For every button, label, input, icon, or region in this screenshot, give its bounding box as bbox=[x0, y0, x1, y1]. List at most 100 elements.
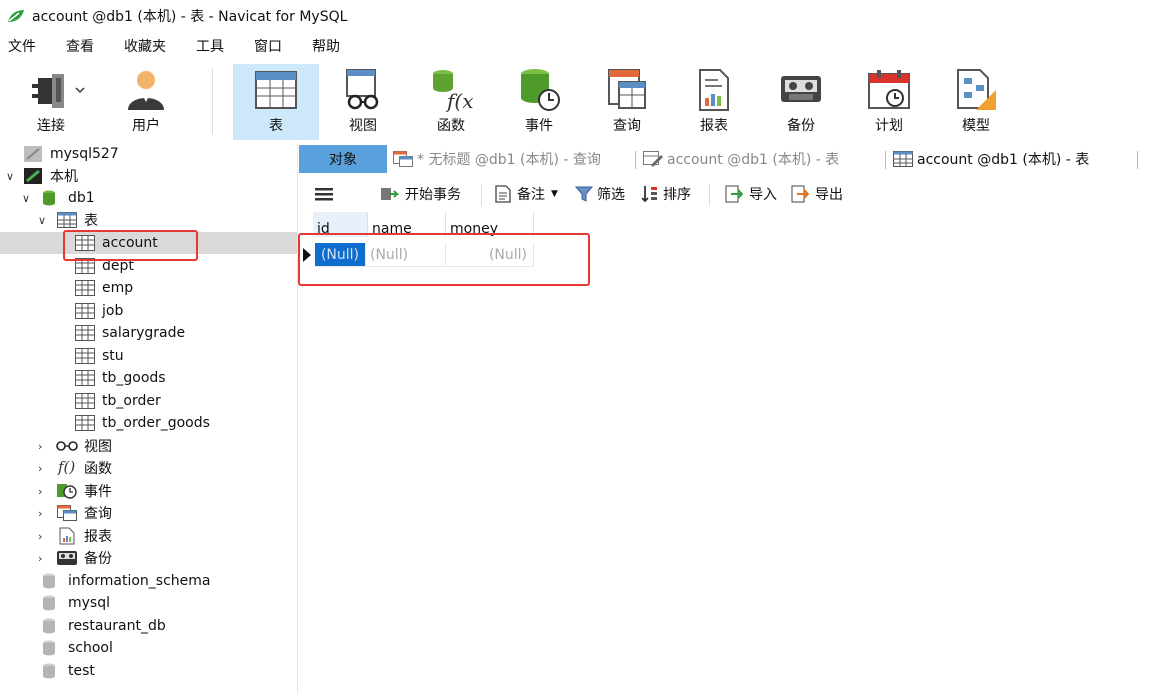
tab-separator bbox=[635, 151, 636, 169]
tree-group-reports[interactable]: › 报表 bbox=[0, 525, 297, 547]
tree-label: mysql527 bbox=[50, 146, 119, 162]
menu-favorites[interactable]: 收藏夹 bbox=[104, 36, 176, 56]
menu-window[interactable]: 窗口 bbox=[234, 36, 292, 56]
sort-button[interactable]: 排序 bbox=[641, 176, 691, 212]
tree-db-information-schema[interactable]: information_schema bbox=[0, 570, 297, 592]
tree-table-job[interactable]: job bbox=[0, 300, 297, 322]
menu-file[interactable]: 文件 bbox=[0, 36, 46, 56]
tab-separator bbox=[1137, 151, 1138, 169]
filter-button[interactable]: 筛选 bbox=[575, 176, 625, 212]
model-button[interactable]: 模型 bbox=[933, 64, 1019, 140]
tree-db-test[interactable]: test bbox=[0, 660, 297, 682]
tab-untitled-query[interactable]: * 无标题 @db1 (本机) - 查询 bbox=[393, 145, 633, 173]
tree-connection-local[interactable]: ∨ 本机 bbox=[0, 165, 297, 187]
table-icon bbox=[57, 212, 77, 228]
tree-group-backups[interactable]: › 备份 bbox=[0, 547, 297, 569]
tree-db-school[interactable]: school bbox=[0, 637, 297, 659]
tree-table-salarygrade[interactable]: salarygrade bbox=[0, 322, 297, 344]
note-icon bbox=[495, 185, 511, 203]
tree-label: emp bbox=[102, 280, 134, 296]
tree-label: 表 bbox=[84, 213, 98, 229]
tree-table-stu[interactable]: stu bbox=[0, 345, 297, 367]
tree-group-functions[interactable]: › f() 函数 bbox=[0, 457, 297, 479]
tab-label: account @db1 (本机) - 表 bbox=[667, 152, 840, 168]
backup-button[interactable]: 备份 bbox=[758, 64, 844, 140]
table-button[interactable]: 表 bbox=[233, 64, 319, 140]
database-icon bbox=[43, 190, 55, 206]
tree-label: mysql bbox=[68, 595, 110, 611]
database-icon bbox=[43, 663, 55, 679]
chevron-right-icon[interactable]: › bbox=[38, 552, 42, 565]
user-button[interactable]: 用户 bbox=[103, 64, 189, 140]
view-button[interactable]: 视图 bbox=[320, 64, 406, 140]
connection-active-icon bbox=[24, 168, 42, 184]
function-button[interactable]: f(x) 函数 bbox=[408, 64, 494, 140]
menu-hamburger-button[interactable] bbox=[315, 176, 333, 212]
view-label: 视图 bbox=[349, 118, 377, 134]
connect-button[interactable]: 连接 bbox=[8, 64, 94, 140]
tree-group-queries[interactable]: › 查询 bbox=[0, 502, 297, 524]
query-button[interactable]: 查询 bbox=[584, 64, 670, 140]
tab-bar: 对象 * 无标题 @db1 (本机) - 查询 account @db1 (本机… bbox=[299, 143, 1155, 175]
tree-label: tb_order bbox=[102, 393, 161, 409]
menu-tools[interactable]: 工具 bbox=[176, 36, 234, 56]
begin-transaction-button[interactable]: 开始事务 bbox=[379, 176, 461, 212]
export-button[interactable]: 导出 bbox=[791, 176, 843, 212]
model-icon bbox=[957, 69, 996, 110]
schedule-button[interactable]: 计划 bbox=[846, 64, 932, 140]
tree-db-db1[interactable]: ∨ db1 bbox=[0, 187, 297, 209]
tab-label: 对象 bbox=[329, 152, 357, 168]
table-icon bbox=[893, 151, 913, 167]
transaction-icon bbox=[381, 188, 399, 200]
tree-group-tables[interactable]: ∨ 表 bbox=[0, 209, 297, 231]
event-button[interactable]: 事件 bbox=[496, 64, 582, 140]
function-icon: f(x) bbox=[433, 70, 473, 112]
chevron-right-icon[interactable]: › bbox=[38, 462, 42, 475]
tree-label: tb_order_goods bbox=[102, 415, 210, 431]
table-icon bbox=[75, 348, 95, 364]
backup-label: 备份 bbox=[787, 118, 815, 134]
tree-label: school bbox=[68, 640, 113, 656]
tree-label: 查询 bbox=[84, 506, 112, 522]
tree-group-views[interactable]: › 视图 bbox=[0, 435, 297, 457]
sort-icon bbox=[641, 186, 657, 203]
tree-table-emp[interactable]: emp bbox=[0, 277, 297, 299]
tab-account-design[interactable]: account @db1 (本机) - 表 bbox=[643, 145, 883, 173]
export-label: 导出 bbox=[815, 187, 843, 203]
note-button[interactable]: 备注 ▼ bbox=[495, 176, 558, 212]
dropdown-arrow-icon[interactable]: ▼ bbox=[551, 189, 558, 199]
tree-label: job bbox=[102, 303, 124, 319]
tree-table-tb-goods[interactable]: tb_goods bbox=[0, 367, 297, 389]
chevron-right-icon[interactable]: › bbox=[38, 440, 42, 453]
import-button[interactable]: 导入 bbox=[725, 176, 777, 212]
chevron-right-icon[interactable]: › bbox=[38, 485, 42, 498]
menu-help[interactable]: 帮助 bbox=[292, 36, 350, 56]
tree-table-tb-order[interactable]: tb_order bbox=[0, 390, 297, 412]
table-icon bbox=[75, 303, 95, 319]
tree-group-events[interactable]: › 事件 bbox=[0, 480, 297, 502]
main-toolbar: 连接 用户 表 视图 f(x) bbox=[0, 60, 1155, 142]
tree-connection-mysql527[interactable]: mysql527 bbox=[0, 143, 297, 165]
hamburger-icon bbox=[315, 188, 333, 201]
report-icon bbox=[699, 69, 729, 111]
menu-view[interactable]: 查看 bbox=[46, 36, 104, 56]
chevron-down-icon[interactable]: ∨ bbox=[38, 214, 46, 227]
tree-db-mysql[interactable]: mysql bbox=[0, 592, 297, 614]
report-button[interactable]: 报表 bbox=[671, 64, 757, 140]
tab-label: account @db1 (本机) - 表 bbox=[917, 152, 1090, 168]
chevron-right-icon[interactable]: › bbox=[38, 530, 42, 543]
table-label: 表 bbox=[269, 118, 283, 134]
window-title: account @db1 (本机) - 表 - Navicat for MySQ… bbox=[32, 9, 348, 25]
tree-db-restaurant-db[interactable]: restaurant_db bbox=[0, 615, 297, 637]
tree-label: 本机 bbox=[50, 169, 78, 185]
chevron-down-icon[interactable]: ∨ bbox=[6, 170, 14, 183]
chevron-right-icon[interactable]: › bbox=[38, 507, 42, 520]
tab-account-table[interactable]: account @db1 (本机) - 表 bbox=[893, 145, 1133, 173]
chevron-down-icon[interactable]: ∨ bbox=[22, 192, 30, 205]
filter-label: 筛选 bbox=[597, 187, 625, 203]
tree-label: tb_goods bbox=[102, 370, 166, 386]
table-edit-icon bbox=[643, 151, 663, 167]
tab-objects[interactable]: 对象 bbox=[299, 145, 387, 173]
export-icon bbox=[791, 185, 809, 203]
tree-table-tb-order-goods[interactable]: tb_order_goods bbox=[0, 412, 297, 434]
